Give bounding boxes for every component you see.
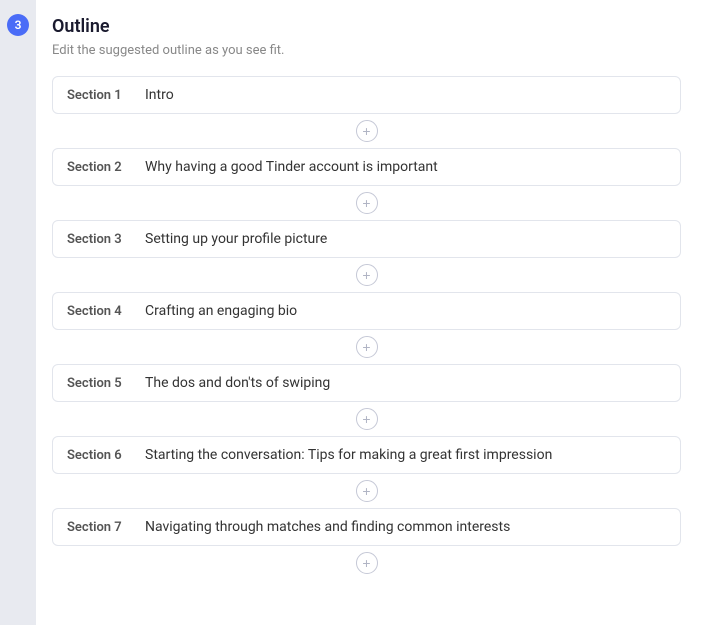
sidebar: 3 xyxy=(0,0,36,625)
add-section-wrapper: + xyxy=(52,186,681,220)
add-section-wrapper: + xyxy=(52,114,681,148)
add-section-button[interactable]: + xyxy=(356,552,378,574)
page-title: Outline xyxy=(52,16,681,37)
section-text: Starting the conversation: Tips for maki… xyxy=(145,447,666,463)
sections-container: Section 1 Intro + Section 2 Why having a goo… xyxy=(52,76,681,580)
add-section-button[interactable]: + xyxy=(356,480,378,502)
section-text: Setting up your profile picture xyxy=(145,231,666,247)
section-row[interactable]: Section 1 Intro xyxy=(52,76,681,114)
section-text: Crafting an engaging bio xyxy=(145,303,666,319)
add-section-wrapper: + xyxy=(52,330,681,364)
section-label: Section 2 xyxy=(67,160,135,175)
section-label: Section 5 xyxy=(67,376,135,391)
section-row[interactable]: Section 6 Starting the conversation: Tips… xyxy=(52,436,681,474)
section-label: Section 4 xyxy=(67,304,135,319)
section-label: Section 1 xyxy=(67,88,135,103)
section-label: Section 6 xyxy=(67,448,135,463)
add-section-button[interactable]: + xyxy=(356,336,378,358)
add-section-wrapper: + xyxy=(52,474,681,508)
step-badge: 3 xyxy=(7,14,29,36)
section-text: The dos and don'ts of swiping xyxy=(145,375,666,391)
section-text: Why having a good Tinder account is impo… xyxy=(145,159,666,175)
section-row[interactable]: Section 5 The dos and don'ts of swiping xyxy=(52,364,681,402)
add-section-button[interactable]: + xyxy=(356,192,378,214)
add-section-wrapper: + xyxy=(52,546,681,580)
add-section-button[interactable]: + xyxy=(356,408,378,430)
add-section-wrapper: + xyxy=(52,402,681,436)
section-row[interactable]: Section 3 Setting up your profile picture xyxy=(52,220,681,258)
section-text: Intro xyxy=(145,87,666,103)
section-row[interactable]: Section 7 Navigating through matches and … xyxy=(52,508,681,546)
main-content: Outline Edit the suggested outline as yo… xyxy=(36,0,701,625)
section-row[interactable]: Section 4 Crafting an engaging bio xyxy=(52,292,681,330)
add-section-button[interactable]: + xyxy=(356,264,378,286)
add-section-button[interactable]: + xyxy=(356,120,378,142)
section-row[interactable]: Section 2 Why having a good Tinder accoun… xyxy=(52,148,681,186)
page-subtitle: Edit the suggested outline as you see fi… xyxy=(52,43,681,58)
section-label: Section 7 xyxy=(67,520,135,535)
section-text: Navigating through matches and finding c… xyxy=(145,519,666,535)
add-section-wrapper: + xyxy=(52,258,681,292)
section-label: Section 3 xyxy=(67,232,135,247)
step-number: 3 xyxy=(15,18,22,32)
